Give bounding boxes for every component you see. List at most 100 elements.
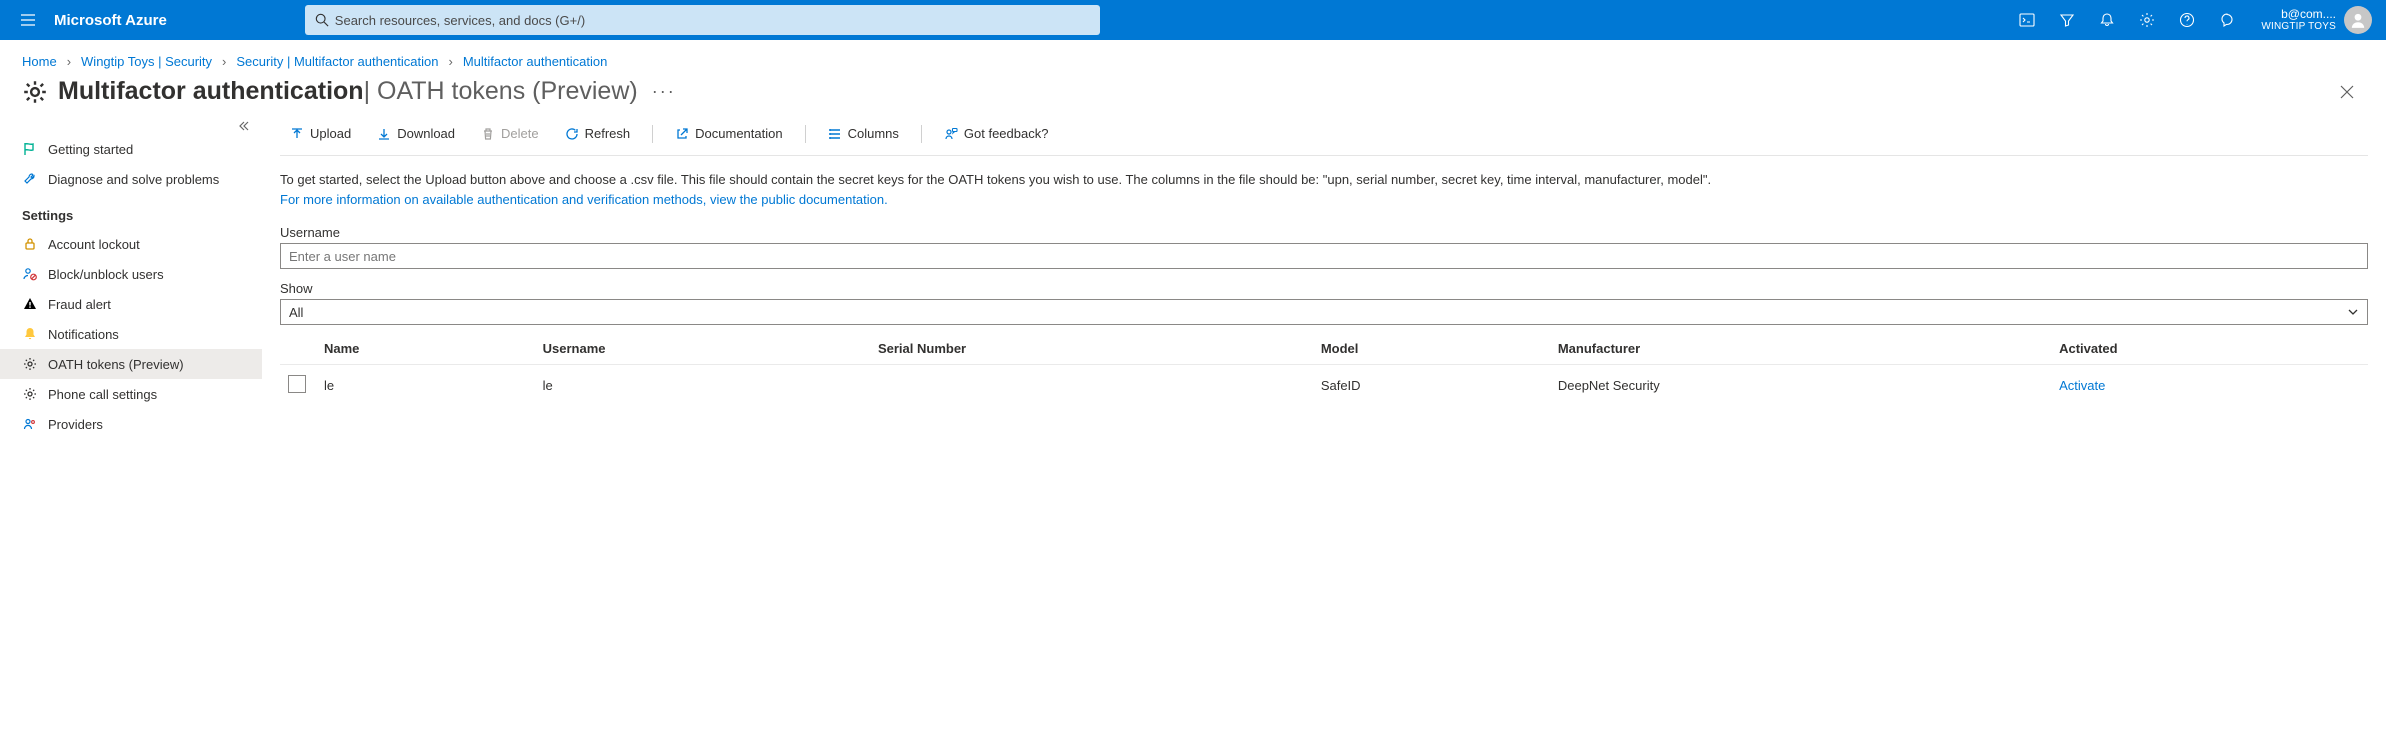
external-link-icon bbox=[675, 127, 689, 141]
user-block-icon bbox=[22, 266, 38, 282]
cell-serial bbox=[870, 365, 1313, 407]
row-checkbox[interactable] bbox=[288, 375, 306, 393]
avatar bbox=[2344, 6, 2372, 34]
cloud-shell-button[interactable] bbox=[2007, 0, 2047, 40]
flag-icon bbox=[22, 141, 38, 157]
collapse-sidebar-button[interactable] bbox=[0, 118, 262, 134]
username-input[interactable] bbox=[280, 243, 2368, 269]
table-header[interactable]: Serial Number bbox=[870, 333, 1313, 365]
got-feedback-button[interactable]: Got feedback? bbox=[934, 122, 1059, 145]
sidebar-item-label: Diagnose and solve problems bbox=[48, 172, 219, 187]
table-header[interactable]: Model bbox=[1313, 333, 1550, 365]
breadcrumb-item[interactable]: Multifactor authentication bbox=[463, 54, 608, 69]
upload-button[interactable]: Upload bbox=[280, 122, 361, 145]
breadcrumb: Home › Wingtip Toys | Security › Securit… bbox=[0, 40, 2386, 75]
person-feedback-icon bbox=[944, 127, 958, 141]
lock-icon bbox=[22, 236, 38, 252]
sidebar-item-phone-call[interactable]: Phone call settings bbox=[0, 379, 262, 409]
page-gear-icon bbox=[22, 79, 48, 105]
people-icon bbox=[22, 416, 38, 432]
page-title: Multifactor authentication bbox=[58, 77, 364, 106]
tokens-table: Name Username Serial Number Model Manufa… bbox=[280, 333, 2368, 406]
notifications-button[interactable] bbox=[2087, 0, 2127, 40]
show-label: Show bbox=[280, 281, 2368, 296]
alert-triangle-icon bbox=[22, 296, 38, 312]
toolbar-label: Columns bbox=[848, 126, 899, 141]
sidebar-item-label: Getting started bbox=[48, 142, 133, 157]
page-title-row: Multifactor authentication | OATH tokens… bbox=[0, 75, 2386, 114]
sidebar-item-account-lockout[interactable]: Account lockout bbox=[0, 229, 262, 259]
cell-manufacturer: DeepNet Security bbox=[1550, 365, 2051, 407]
info-section: To get started, select the Upload button… bbox=[280, 156, 2368, 213]
chevron-right-icon: › bbox=[222, 54, 226, 69]
main-content: Upload Download Delete Refresh Documenta… bbox=[262, 114, 2386, 439]
chevron-right-icon: › bbox=[448, 54, 452, 69]
info-text: To get started, select the Upload button… bbox=[280, 170, 2368, 190]
refresh-icon bbox=[565, 127, 579, 141]
documentation-button[interactable]: Documentation bbox=[665, 122, 792, 145]
bell-icon bbox=[2099, 12, 2115, 28]
table-header[interactable]: Activated bbox=[2051, 333, 2368, 365]
breadcrumb-item[interactable]: Security | Multifactor authentication bbox=[236, 54, 438, 69]
breadcrumb-item[interactable]: Wingtip Toys | Security bbox=[81, 54, 212, 69]
search-icon bbox=[315, 13, 329, 27]
global-search[interactable] bbox=[305, 5, 1100, 35]
close-blade-button[interactable] bbox=[2330, 79, 2364, 105]
delete-button: Delete bbox=[471, 122, 549, 145]
global-search-input[interactable] bbox=[335, 13, 1090, 28]
sidebar-item-diagnose[interactable]: Diagnose and solve problems bbox=[0, 164, 262, 194]
table-header[interactable]: Manufacturer bbox=[1550, 333, 2051, 365]
sidebar-item-fraud-alert[interactable]: Fraud alert bbox=[0, 289, 262, 319]
toolbar-separator bbox=[921, 125, 922, 143]
filter-icon bbox=[2059, 12, 2075, 28]
sidebar-item-getting-started[interactable]: Getting started bbox=[0, 134, 262, 164]
close-icon bbox=[2340, 85, 2354, 99]
directories-button[interactable] bbox=[2047, 0, 2087, 40]
feedback-button[interactable] bbox=[2207, 0, 2247, 40]
refresh-button[interactable]: Refresh bbox=[555, 122, 641, 145]
sidebar-item-label: Block/unblock users bbox=[48, 267, 164, 282]
hamburger-menu-button[interactable] bbox=[8, 0, 48, 40]
menu-icon bbox=[20, 12, 36, 28]
download-button[interactable]: Download bbox=[367, 122, 465, 145]
sidebar-item-providers[interactable]: Providers bbox=[0, 409, 262, 439]
toolbar-label: Got feedback? bbox=[964, 126, 1049, 141]
cloud-shell-icon bbox=[2019, 12, 2035, 28]
bell-solid-icon bbox=[22, 326, 38, 342]
help-icon bbox=[2179, 12, 2195, 28]
show-select[interactable]: All bbox=[280, 299, 2368, 325]
sidebar-item-label: Fraud alert bbox=[48, 297, 111, 312]
toolbar-label: Delete bbox=[501, 126, 539, 141]
settings-button[interactable] bbox=[2127, 0, 2167, 40]
toolbar-separator bbox=[805, 125, 806, 143]
sidebar-item-block-unblock[interactable]: Block/unblock users bbox=[0, 259, 262, 289]
more-actions-button[interactable]: ··· bbox=[652, 81, 676, 102]
breadcrumb-item[interactable]: Home bbox=[22, 54, 57, 69]
sidebar-item-label: Providers bbox=[48, 417, 103, 432]
table-row[interactable]: le le SafeID DeepNet Security Activate bbox=[280, 365, 2368, 407]
gear-icon bbox=[2139, 12, 2155, 28]
cell-model: SafeID bbox=[1313, 365, 1550, 407]
feedback-icon bbox=[2219, 12, 2235, 28]
account-email: b@com.... bbox=[2261, 8, 2336, 21]
columns-button[interactable]: Columns bbox=[818, 122, 909, 145]
show-select-value: All bbox=[289, 305, 303, 320]
page-subtitle: | OATH tokens (Preview) bbox=[364, 77, 638, 106]
table-header[interactable]: Username bbox=[535, 333, 870, 365]
sidebar-item-notifications[interactable]: Notifications bbox=[0, 319, 262, 349]
activate-link[interactable]: Activate bbox=[2059, 378, 2105, 393]
help-button[interactable] bbox=[2167, 0, 2207, 40]
gear-small-icon bbox=[22, 386, 38, 402]
account-menu[interactable]: b@com.... WINGTIP TOYS bbox=[2247, 6, 2378, 34]
brand-label[interactable]: Microsoft Azure bbox=[48, 12, 185, 29]
chevron-right-icon: › bbox=[67, 54, 71, 69]
sidebar: Getting started Diagnose and solve probl… bbox=[0, 114, 262, 439]
sidebar-item-oath-tokens[interactable]: OATH tokens (Preview) bbox=[0, 349, 262, 379]
trash-icon bbox=[481, 127, 495, 141]
toolbar-label: Upload bbox=[310, 126, 351, 141]
table-header[interactable]: Name bbox=[316, 333, 535, 365]
info-docs-link[interactable]: For more information on available authen… bbox=[280, 192, 888, 207]
sidebar-item-label: Account lockout bbox=[48, 237, 140, 252]
wrench-icon bbox=[22, 171, 38, 187]
sidebar-item-label: Notifications bbox=[48, 327, 119, 342]
